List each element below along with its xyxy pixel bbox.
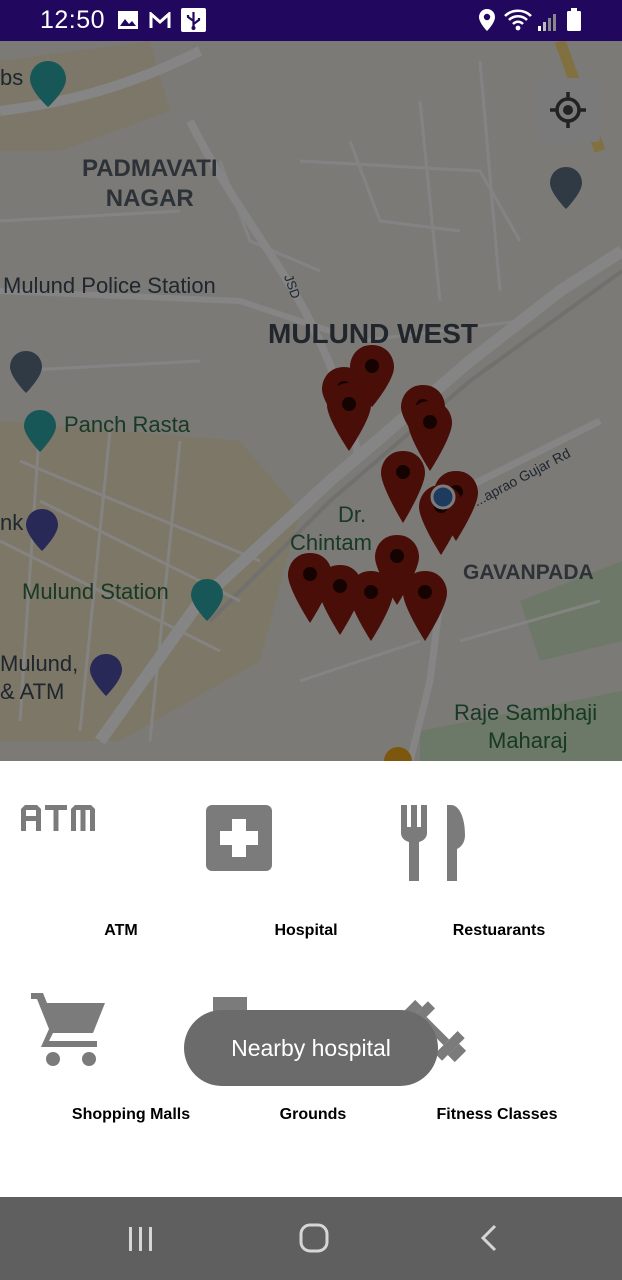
status-bar: 12:50: [0, 0, 622, 41]
back-icon[interactable]: [477, 1223, 501, 1253]
category-atm[interactable]: ATM: [21, 805, 221, 955]
wifi-icon: [504, 9, 532, 31]
crosshair-icon: [550, 92, 586, 128]
gmail-icon: [149, 12, 171, 28]
image-icon: [118, 11, 138, 29]
category-label-restaurants: Restuarants: [452, 922, 546, 939]
atm-icon: [21, 805, 95, 831]
my-location-button[interactable]: [536, 78, 600, 142]
navigation-bar: [0, 1197, 622, 1280]
category-label-hospital: Hospital: [274, 922, 338, 939]
toast-message: Nearby hospital: [184, 1010, 438, 1086]
battery-icon: [567, 8, 581, 31]
map-view[interactable]: bs PADMAVATI NAGAR Mulund Police Station…: [0, 41, 622, 761]
recents-icon[interactable]: [126, 1225, 156, 1253]
category-label-fitness-classes: Fitness Classes: [436, 1106, 558, 1123]
map-dim-overlay: [0, 41, 622, 761]
category-label-grounds: Grounds: [279, 1106, 347, 1123]
location-icon: [479, 9, 495, 31]
category-sheet: ATM Hospital Restuarants Shopping Malls: [0, 761, 622, 1197]
usb-icon: [181, 8, 206, 32]
category-hospital[interactable]: Hospital: [206, 805, 406, 955]
category-label-shopping-malls: Shopping Malls: [71, 1106, 191, 1123]
signal-icon: [538, 14, 556, 31]
category-label-atm: ATM: [104, 922, 138, 939]
status-time: 12:50: [40, 6, 106, 34]
shopping-cart-icon: [31, 993, 105, 1066]
category-restaurants[interactable]: Restuarants: [399, 805, 599, 955]
restaurant-icon: [401, 805, 465, 881]
hospital-icon: [206, 805, 272, 871]
home-icon[interactable]: [298, 1222, 330, 1254]
